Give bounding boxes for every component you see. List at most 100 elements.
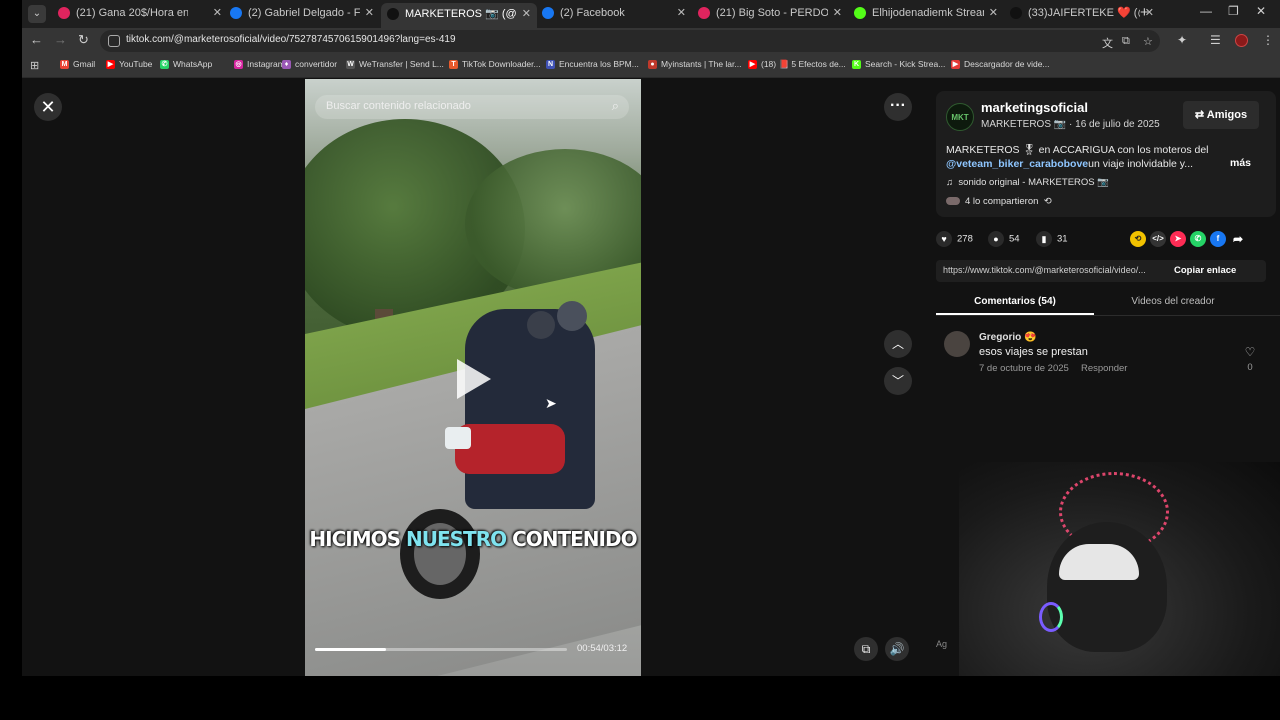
reload-icon[interactable]: ↻ bbox=[78, 32, 89, 48]
browser-tab[interactable]: (21) Gana 20$/Hora en KICK Sin ✕ bbox=[52, 2, 228, 24]
next-video-chevron-down-icon[interactable]: ﹀ bbox=[884, 367, 912, 395]
commenter-username[interactable]: Gregorio 😍 bbox=[979, 332, 1036, 343]
browser-tab[interactable]: (2) Gabriel Delgado - Feliz año ✕ bbox=[224, 2, 380, 24]
author-avatar[interactable]: MKT bbox=[946, 103, 974, 131]
bookmark-star-icon[interactable]: ☆ bbox=[1143, 35, 1153, 48]
bookmark-item[interactable]: T TikTok Downloader... bbox=[449, 59, 541, 69]
video-caption: HICIMOS NUESTRO CONTENIDO bbox=[305, 527, 641, 551]
site-info-icon[interactable] bbox=[108, 35, 120, 47]
translate-icon[interactable]: 文 bbox=[1102, 35, 1113, 51]
apps-grid-icon[interactable]: ⊞ bbox=[30, 59, 39, 72]
browser-tab[interactable]: (33)JAIFERTEKE ❤️ (@jaiferteke✕ bbox=[1004, 2, 1160, 24]
tab-close-icon[interactable]: ✕ bbox=[833, 2, 842, 24]
minimize-icon[interactable]: — bbox=[1200, 4, 1212, 18]
video-time: 00:54/03:12 bbox=[577, 643, 628, 654]
bookmark-item[interactable]: ◎ Instagram bbox=[234, 59, 285, 69]
browser-tab[interactable]: MARKETEROS 📷 (@marke ✕ bbox=[381, 3, 537, 28]
more-description-button[interactable]: más bbox=[1230, 157, 1251, 169]
play-icon[interactable] bbox=[457, 359, 491, 399]
bookmark-item[interactable]: W WeTransfer | Send L... bbox=[346, 59, 444, 69]
profile-avatar[interactable] bbox=[1235, 34, 1248, 47]
tiktok-icon bbox=[387, 8, 399, 20]
browser-toolbar: ← → ↻ tiktok.com/@marketerosoficial/vide… bbox=[22, 28, 1280, 54]
tab-creator-videos[interactable]: Videos del creador bbox=[1094, 296, 1252, 307]
tab-close-icon[interactable]: ✕ bbox=[213, 2, 222, 24]
tab-close-icon[interactable]: ✕ bbox=[365, 2, 374, 24]
video-progress-bar[interactable] bbox=[315, 648, 567, 651]
sound-link[interactable]: ♫ sonido original - MARKETEROS 📷 bbox=[946, 177, 1109, 188]
copy-link-button[interactable]: Copiar enlace bbox=[1174, 265, 1236, 276]
whatsapp-share-icon[interactable]: ✆ bbox=[1190, 231, 1206, 247]
bookmark-label: YouTube bbox=[119, 59, 153, 69]
previous-video-chevron-up-icon[interactable]: ︿ bbox=[884, 330, 912, 358]
bookmark-item[interactable]: ♦ convertidor bbox=[282, 59, 337, 69]
comment-item: Gregorio 😍 esos viajes se prestan 7 de o… bbox=[936, 329, 1276, 379]
left-black-bar bbox=[0, 0, 22, 676]
shared-by[interactable]: 4 lo compartieron ⟲ bbox=[946, 196, 1052, 207]
bookmark-item[interactable]: K Search - Kick Strea... bbox=[852, 59, 945, 69]
search-icon[interactable]: ⌕ bbox=[612, 98, 619, 114]
browser-menu-icon[interactable]: ⋮ bbox=[1262, 33, 1274, 47]
video-scene-motorcycle bbox=[455, 424, 565, 474]
floating-player-icon[interactable]: ⧉ bbox=[854, 637, 878, 661]
install-app-icon[interactable]: ⧉ bbox=[1122, 35, 1130, 48]
tab-search-chevron-icon[interactable]: ⌄ bbox=[28, 5, 46, 23]
more-options-icon[interactable]: ··· bbox=[884, 93, 912, 121]
comment-heart-icon[interactable]: ♡ bbox=[1242, 345, 1258, 359]
comment-button[interactable]: ● 54 bbox=[988, 231, 1020, 247]
video-description: MARKETEROS 🎖 en ACCARIGUA con los motero… bbox=[946, 143, 1216, 171]
bookmark-label: Gmail bbox=[73, 59, 96, 69]
facebook-share-icon[interactable]: f bbox=[1210, 231, 1226, 247]
browser-tab[interactable]: (2) Facebook ✕ bbox=[536, 2, 692, 24]
bookmark-item[interactable]: ● Myinstants | The lar... bbox=[648, 59, 741, 69]
media-controls-icon[interactable]: ☰ bbox=[1210, 33, 1221, 47]
comment-count: 54 bbox=[1009, 233, 1020, 245]
tab-close-icon[interactable]: ✕ bbox=[677, 2, 686, 24]
like-count: 278 bbox=[957, 233, 973, 245]
window-close-icon[interactable]: ✕ bbox=[1256, 4, 1266, 18]
commenter-avatar[interactable] bbox=[944, 331, 970, 357]
video-player[interactable]: Buscar contenido relacionado ⌕ HICIMOS N… bbox=[305, 79, 641, 676]
bookmark-item[interactable]: ▶ Descargador de vide... bbox=[951, 59, 1050, 69]
bookmark-label: Myinstants | The lar... bbox=[661, 59, 742, 69]
bookmark-item[interactable]: ▶ (18) 📕 5 Efectos de... bbox=[748, 59, 846, 70]
author-username[interactable]: marketingsoficial bbox=[981, 100, 1088, 115]
volume-icon[interactable]: 🔊 bbox=[885, 637, 909, 661]
send-to-friends-icon[interactable]: ➤ bbox=[1170, 231, 1186, 247]
tab-close-icon[interactable]: ✕ bbox=[522, 3, 531, 25]
extensions-puzzle-icon[interactable]: ✦ bbox=[1177, 33, 1187, 47]
friends-button[interactable]: ⇄ Amigos bbox=[1183, 101, 1259, 129]
repost-share-icon[interactable]: ⟲ bbox=[1130, 231, 1146, 247]
embed-icon[interactable]: </> bbox=[1150, 231, 1166, 247]
share-link-text[interactable]: https://www.tiktok.com/@marketerosoficia… bbox=[943, 265, 1165, 275]
browser-tab[interactable]: Elhijodenadiemk Stream - Wat ✕ bbox=[848, 2, 1004, 24]
restore-icon[interactable]: ❐ bbox=[1228, 4, 1239, 18]
new-tab-plus-icon[interactable]: + bbox=[1140, 4, 1149, 21]
tab-title: (2) Gabriel Delgado - Feliz año bbox=[248, 7, 360, 19]
browser-tab[interactable]: (21) Big Soto - PERDON MAMA ✕ bbox=[692, 2, 848, 24]
forward-arrow-icon[interactable]: → bbox=[54, 32, 67, 47]
bookmark-item[interactable]: ✆ WhatsApp bbox=[160, 59, 212, 69]
bookmark-item[interactable]: M Gmail bbox=[60, 59, 95, 69]
video-scene-wheel bbox=[400, 509, 480, 599]
address-bar[interactable]: tiktok.com/@marketerosoficial/video/7527… bbox=[100, 30, 1160, 52]
save-button[interactable]: ▮ 31 bbox=[1036, 231, 1068, 247]
tab-comments[interactable]: Comentarios (54) bbox=[936, 296, 1094, 307]
mention-link[interactable]: @veteam_biker_carabobove bbox=[946, 158, 1088, 170]
caption-word: CONTENIDO bbox=[512, 527, 638, 551]
share-arrow-icon[interactable]: ➦ bbox=[1230, 231, 1246, 247]
youtube-icon bbox=[58, 7, 70, 19]
bookmark-item[interactable]: ▶ YouTube bbox=[106, 59, 152, 69]
url-text[interactable]: tiktok.com/@marketerosoficial/video/7527… bbox=[126, 34, 456, 45]
streamer-cap bbox=[1059, 544, 1139, 580]
author-nickname-date: MARKETEROS 📷 · 16 de julio de 2025 bbox=[981, 119, 1160, 130]
video-progress-fill bbox=[315, 648, 386, 651]
reply-button[interactable]: Responder bbox=[1081, 363, 1127, 374]
close-video-icon[interactable]: ✕ bbox=[34, 93, 62, 121]
back-arrow-icon[interactable]: ← bbox=[30, 32, 43, 47]
bookmark-item[interactable]: N Encuentra los BPM... bbox=[546, 59, 639, 69]
like-button[interactable]: ♥ 278 bbox=[936, 231, 973, 247]
related-search-input[interactable]: Buscar contenido relacionado ⌕ bbox=[315, 95, 629, 119]
tab-close-icon[interactable]: ✕ bbox=[989, 2, 998, 24]
streamer-silhouette bbox=[1047, 522, 1167, 652]
